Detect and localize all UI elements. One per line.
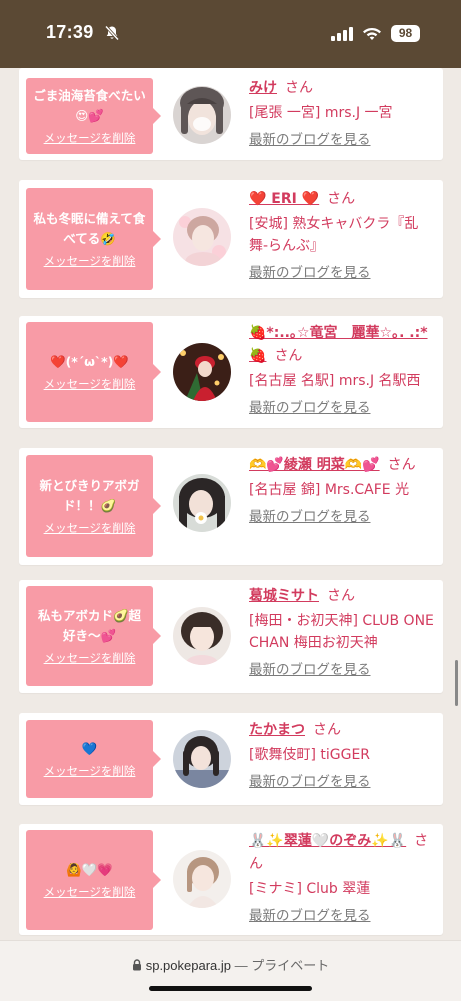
honorific: さん xyxy=(313,722,341,738)
avatar-photo xyxy=(173,607,231,665)
shop-info: [安城] 熟女キャバクラ『乱舞-らんぶ』 xyxy=(249,216,419,254)
message-text: 🙆🤍💗 xyxy=(66,862,113,877)
message-text: ❤️(*´ω`*)❤️ xyxy=(50,354,129,369)
girl-name-link[interactable]: 葛城ミサト xyxy=(249,588,319,604)
delete-message-link[interactable]: メッセージを削除 xyxy=(44,253,136,269)
avatar-photo xyxy=(173,343,231,401)
message-bubble: ❤️(*´ω`*)❤️ メッセージを削除 xyxy=(26,322,161,422)
avatar[interactable] xyxy=(173,730,231,788)
message-card: ❤️(*´ω`*)❤️ メッセージを削除 🍓*:..｡☆竜宮 麗華☆｡. .:*… xyxy=(19,316,443,428)
message-bubble: 🙆🤍💗 メッセージを削除 xyxy=(26,830,161,930)
name-line: ❤️ ERI ❤️ さん xyxy=(249,188,435,211)
latest-blog-link[interactable]: 最新のブログを見る xyxy=(249,506,371,528)
avatar[interactable] xyxy=(173,850,231,908)
shop-info: [ミナミ] Club 翠蓮 xyxy=(249,881,371,897)
latest-blog-link[interactable]: 最新のブログを見る xyxy=(249,905,371,927)
name-line: たかまつ さん xyxy=(249,719,435,742)
shop-info: [歌舞伎町] tiGGER xyxy=(249,747,371,763)
message-text: 新とびきりアボガド！！🥑 xyxy=(39,478,140,513)
message-text: ごま油海苔食べたい😍💕 xyxy=(33,88,146,123)
honorific: さん xyxy=(387,457,416,473)
girl-name-link[interactable]: みけ xyxy=(249,80,277,96)
avatar[interactable] xyxy=(173,343,231,401)
name-line: 🍓*:..｡☆竜宮 麗華☆｡. .:*🍓 さん xyxy=(249,322,435,368)
latest-blog-link[interactable]: 最新のブログを見る xyxy=(249,262,371,284)
avatar[interactable] xyxy=(173,86,231,144)
latest-blog-link[interactable]: 最新のブログを見る xyxy=(249,771,371,793)
signal-icon xyxy=(331,27,353,41)
girl-name-link[interactable]: ❤️ ERI ❤️ xyxy=(249,191,319,207)
message-card: 私もアボカド🥑超好き〜💕 メッセージを削除 葛城ミサト さん [梅田・お初天神] … xyxy=(19,580,443,693)
message-text: 💙 xyxy=(81,741,98,756)
message-bubble: ごま油海苔食べたい😍💕 メッセージを削除 xyxy=(26,78,161,154)
message-bubble: 私もアボカド🥑超好き〜💕 メッセージを削除 xyxy=(26,586,161,686)
avatar[interactable] xyxy=(173,208,231,266)
message-bubble: 💙 メッセージを削除 xyxy=(26,720,161,798)
girl-name-link[interactable]: 🫶💕綾瀬 明菜🫶💕 xyxy=(249,457,380,473)
avatar-photo xyxy=(173,474,231,532)
home-indicator xyxy=(149,986,312,991)
name-line: 🐰✨翠蓮🤍のぞみ✨🐰 さん xyxy=(249,830,435,876)
delete-message-link[interactable]: メッセージを削除 xyxy=(44,763,136,779)
bell-slash-icon xyxy=(104,25,120,41)
latest-blog-link[interactable]: 最新のブログを見る xyxy=(249,397,371,419)
shop-info: [名古屋 錦] Mrs.CAFE 光 xyxy=(249,482,410,498)
message-card: 💙 メッセージを削除 たかまつ さん [歌舞伎町] tiGGER 最新のブログを見… xyxy=(19,713,443,805)
name-line: 🫶💕綾瀬 明菜🫶💕 さん xyxy=(249,454,435,477)
latest-blog-link[interactable]: 最新のブログを見る xyxy=(249,659,371,681)
message-card: 新とびきりアボガド！！🥑 メッセージを削除 🫶💕綾瀬 明菜🫶💕 さん [名古屋 錦… xyxy=(19,448,443,565)
wifi-icon xyxy=(363,28,381,40)
lock-icon xyxy=(132,959,141,971)
shop-info: [梅田・お初天神] CLUB ONE CHAN 梅田お初天神 xyxy=(249,613,434,651)
profile-info: 葛城ミサト さん [梅田・お初天神] CLUB ONE CHAN 梅田お初天神 最… xyxy=(249,585,435,681)
delete-message-link[interactable]: メッセージを削除 xyxy=(44,650,136,666)
delete-message-link[interactable]: メッセージを削除 xyxy=(44,376,136,392)
latest-blog-link[interactable]: 最新のブログを見る xyxy=(249,129,371,151)
avatar-photo xyxy=(173,86,231,144)
honorific: さん xyxy=(327,588,355,604)
address-bar[interactable]: sp.pokepara.jp — プライベート xyxy=(0,955,461,974)
profile-info: たかまつ さん [歌舞伎町] tiGGER 最新のブログを見る xyxy=(249,719,435,793)
status-bar: 17:39 98 xyxy=(0,0,461,68)
message-card: 私も冬眠に備えて食べてる🤣 メッセージを削除 ❤️ ERI ❤️ さん [安城] … xyxy=(19,180,443,298)
message-card: 🙆🤍💗 メッセージを削除 🐰✨翠蓮🤍のぞみ✨🐰 さん [ミナミ] Club 翠蓮 … xyxy=(19,824,443,935)
honorific: さん xyxy=(274,348,303,364)
delete-message-link[interactable]: メッセージを削除 xyxy=(44,130,136,146)
message-bubble: 私も冬眠に備えて食べてる🤣 メッセージを削除 xyxy=(26,188,161,290)
url-separator: — xyxy=(234,958,248,973)
shop-info: [尾張 一宮] mrs.J 一宮 xyxy=(249,105,393,121)
url-domain: sp.pokepara.jp xyxy=(145,958,231,973)
avatar-photo xyxy=(173,208,231,266)
name-line: 葛城ミサト さん xyxy=(249,585,435,608)
honorific: さん xyxy=(327,191,356,207)
girl-name-link[interactable]: たかまつ xyxy=(249,722,305,738)
profile-info: 🐰✨翠蓮🤍のぞみ✨🐰 さん [ミナミ] Club 翠蓮 最新のブログを見る xyxy=(249,830,435,927)
message-text: 私も冬眠に備えて食べてる🤣 xyxy=(33,211,146,246)
avatar-photo xyxy=(173,730,231,788)
shop-info: [名古屋 名駅] mrs.J 名駅西 xyxy=(249,373,421,389)
status-time: 17:39 xyxy=(46,22,94,42)
delete-message-link[interactable]: メッセージを削除 xyxy=(44,884,136,900)
profile-info: 🍓*:..｡☆竜宮 麗華☆｡. .:*🍓 さん [名古屋 名駅] mrs.J 名駅… xyxy=(249,322,435,419)
message-bubble: 新とびきりアボガド！！🥑 メッセージを削除 xyxy=(26,455,161,557)
profile-info: みけ さん [尾張 一宮] mrs.J 一宮 最新のブログを見る xyxy=(249,77,435,151)
girl-name-link[interactable]: 🐰✨翠蓮🤍のぞみ✨🐰 xyxy=(249,833,406,849)
battery-icon: 98 xyxy=(391,25,420,42)
avatar-photo xyxy=(173,850,231,908)
avatar[interactable] xyxy=(173,607,231,665)
profile-info: 🫶💕綾瀬 明菜🫶💕 さん [名古屋 錦] Mrs.CAFE 光 最新のブログを見る xyxy=(249,454,435,528)
scrollbar[interactable] xyxy=(455,660,458,706)
message-feed: ごま油海苔食べたい😍💕 メッセージを削除 みけ さん [尾張 一宮] mrs.J … xyxy=(0,68,461,940)
name-line: みけ さん xyxy=(249,77,435,100)
honorific: さん xyxy=(285,80,313,96)
message-card: ごま油海苔食べたい😍💕 メッセージを削除 みけ さん [尾張 一宮] mrs.J … xyxy=(19,68,443,160)
avatar[interactable] xyxy=(173,474,231,532)
message-text: 私もアボカド🥑超好き〜💕 xyxy=(37,608,142,643)
profile-info: ❤️ ERI ❤️ さん [安城] 熟女キャバクラ『乱舞-らんぶ』 最新のブログを… xyxy=(249,188,435,284)
private-mode-label: プライベート xyxy=(251,958,330,973)
browser-bottom-bar: sp.pokepara.jp — プライベート xyxy=(0,940,461,1001)
delete-message-link[interactable]: メッセージを削除 xyxy=(44,520,136,536)
